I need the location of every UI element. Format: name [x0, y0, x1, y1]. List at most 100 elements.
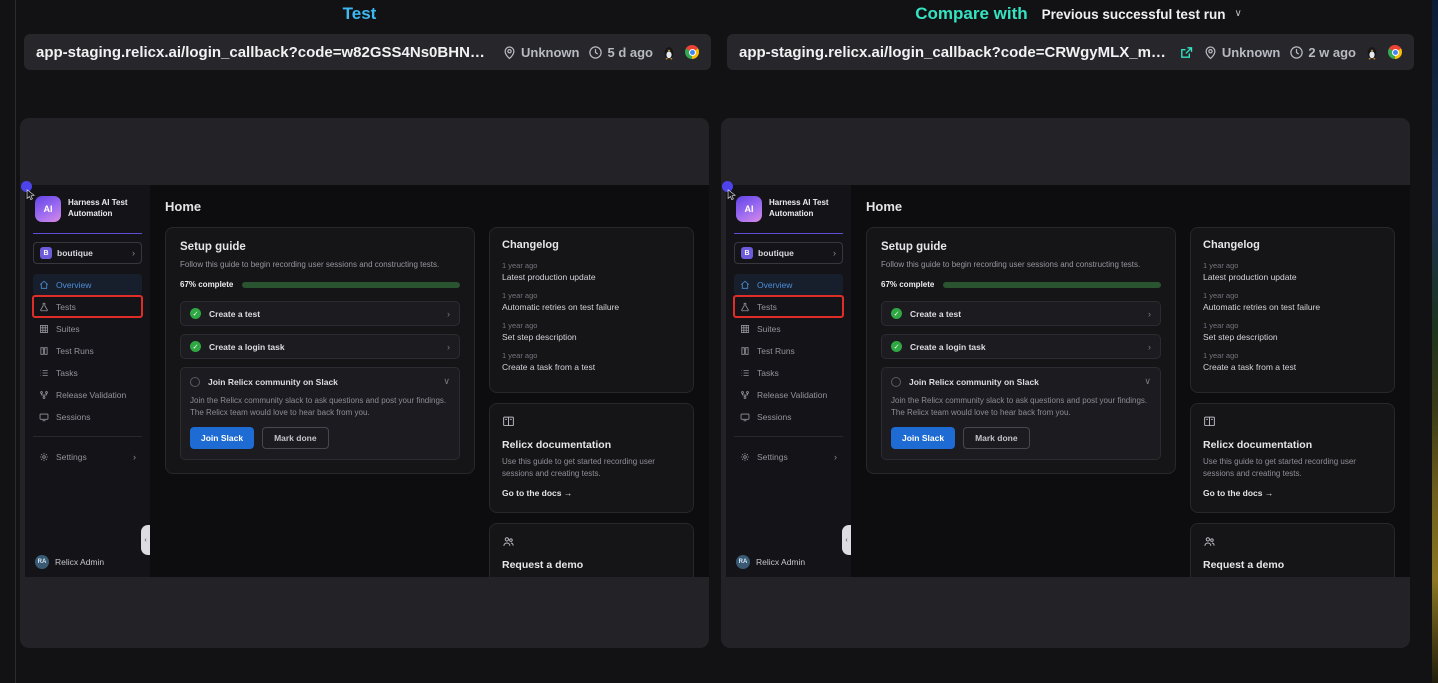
chevron-right-icon: ›	[133, 452, 136, 462]
location-pin-icon	[502, 45, 517, 60]
flask-icon	[740, 302, 750, 312]
app-sidebar: AI Harness AI Test Automation B boutique…	[25, 185, 150, 577]
list-icon	[740, 368, 750, 378]
mark-done-button[interactable]: Mark done	[262, 427, 329, 449]
sidebar-item-release-validation[interactable]: Release Validation	[734, 384, 843, 405]
sidebar-item-suites[interactable]: Suites	[734, 318, 843, 339]
join-slack-description: Join the Relicx community slack to ask q…	[891, 395, 1151, 418]
linux-os-icon	[1365, 45, 1379, 60]
documentation-description: Use this guide to get started recording …	[502, 456, 681, 479]
documentation-title: Relicx documentation	[502, 439, 681, 451]
sidebar-item-tasks[interactable]: Tasks	[33, 362, 142, 383]
external-link-icon[interactable]	[1179, 45, 1194, 60]
grid-icon	[39, 324, 49, 334]
users-icon	[502, 535, 515, 548]
request-demo-description: Request a demo and explore Relicx's capa…	[502, 576, 681, 577]
changelog-entry: 1 year ago Create a task from a test	[1203, 351, 1382, 372]
home-icon	[740, 280, 750, 290]
changelog-entry: 1 year ago Create a task from a test	[502, 351, 681, 372]
user-name: Relicx Admin	[55, 557, 104, 567]
sidebar-item-overview[interactable]: Overview	[734, 274, 843, 295]
left-time-ago: 5 d ago	[607, 45, 653, 60]
right-location-label: Unknown	[1222, 45, 1281, 60]
setup-guide-card: Setup guide Follow this guide to begin r…	[866, 227, 1176, 474]
user-menu[interactable]: RA Relicx Admin	[33, 555, 142, 569]
check-circle-icon: ✓	[190, 341, 201, 352]
mark-done-button[interactable]: Mark done	[963, 427, 1030, 449]
sidebar-item-test-runs[interactable]: Test Runs	[33, 340, 142, 361]
changelog-card: Changelog 1 year ago Latest production u…	[489, 227, 694, 393]
compare-run-selector[interactable]: Previous successful test run ∨	[1042, 7, 1242, 22]
request-demo-card: Request a demo Request a demo and explor…	[489, 523, 694, 577]
sidebar-divider	[734, 436, 843, 437]
test-screenshot-panel[interactable]: AI Harness AI Test Automation B boutique…	[20, 118, 709, 648]
setup-item-create-test[interactable]: ✓ Create a test ›	[180, 301, 460, 326]
sidebar-item-sessions[interactable]: Sessions	[33, 406, 142, 427]
sidebar-item-release-validation[interactable]: Release Validation	[33, 384, 142, 405]
progress-label: 67% complete	[180, 280, 233, 289]
sidebar-item-test-runs[interactable]: Test Runs	[734, 340, 843, 361]
chevron-right-icon: ›	[833, 248, 836, 258]
check-circle-icon: ✓	[891, 341, 902, 352]
check-circle-icon: ✓	[891, 308, 902, 319]
right-url-bar[interactable]: app-staging.relicx.ai/login_callback?cod…	[727, 34, 1414, 70]
join-slack-button[interactable]: Join Slack	[891, 427, 955, 449]
page-title: Home	[866, 199, 1395, 214]
go-to-docs-link[interactable]: Go to the docs →	[1203, 488, 1273, 498]
request-demo-title: Request a demo	[502, 559, 681, 571]
changelog-entry: 1 year ago Automatic retries on test fai…	[502, 291, 681, 312]
setup-guide-subtitle: Follow this guide to begin recording use…	[881, 260, 1161, 269]
changelog-title: Changelog	[502, 239, 681, 251]
sidebar-collapse-handle[interactable]: ‹	[141, 525, 150, 555]
left-url-bar[interactable]: app-staging.relicx.ai/login_callback?cod…	[24, 34, 711, 70]
compare-screenshot-panel[interactable]: AI Harness AI Test Automation B boutique…	[721, 118, 1410, 648]
request-demo-title: Request a demo	[1203, 559, 1382, 571]
left-location-label: Unknown	[521, 45, 580, 60]
unchecked-circle-icon	[190, 377, 200, 387]
chevron-right-icon: ›	[447, 342, 450, 352]
compare-run-selected-value: Previous successful test run	[1042, 7, 1226, 22]
setup-guide-title: Setup guide	[180, 241, 460, 253]
sidebar-collapse-handle[interactable]: ‹	[842, 525, 851, 555]
clock-icon	[1289, 45, 1304, 60]
app-screenshot: AI Harness AI Test Automation B boutique…	[25, 185, 709, 577]
setup-item-create-test[interactable]: ✓ Create a test ›	[881, 301, 1161, 326]
setup-guide-title: Setup guide	[881, 241, 1161, 253]
sidebar-item-overview[interactable]: Overview	[33, 274, 142, 295]
setup-item-join-slack: Join Relicx community on Slack ∨ Join th…	[881, 367, 1161, 460]
join-slack-header[interactable]: Join Relicx community on Slack ∨	[891, 376, 1151, 387]
join-slack-button[interactable]: Join Slack	[190, 427, 254, 449]
join-slack-description: Join the Relicx community slack to ask q…	[190, 395, 450, 418]
project-name: boutique	[57, 248, 93, 258]
setup-guide-card: Setup guide Follow this guide to begin r…	[165, 227, 475, 474]
setup-item-create-login-task[interactable]: ✓ Create a login task ›	[881, 334, 1161, 359]
caption-bar: Test Compare with Previous successful te…	[0, 0, 1438, 26]
user-name: Relicx Admin	[756, 557, 805, 567]
sessions-icon	[740, 412, 750, 422]
columns-icon	[740, 346, 750, 356]
sidebar-item-tests[interactable]: Tests	[33, 296, 142, 317]
go-to-docs-link[interactable]: Go to the docs →	[502, 488, 572, 498]
grid-icon	[740, 324, 750, 334]
sidebar-item-sessions[interactable]: Sessions	[734, 406, 843, 427]
sidebar-item-tests[interactable]: Tests	[734, 296, 843, 317]
sidebar-item-settings[interactable]: Settings ›	[734, 446, 843, 467]
project-selector[interactable]: B boutique ›	[734, 242, 843, 264]
brand-header: AI Harness AI Test Automation	[734, 194, 843, 224]
avatar: RA	[35, 555, 49, 569]
join-slack-header[interactable]: Join Relicx community on Slack ∨	[190, 376, 450, 387]
book-icon	[502, 415, 515, 428]
avatar: RA	[736, 555, 750, 569]
setup-item-create-login-task[interactable]: ✓ Create a login task ›	[180, 334, 460, 359]
project-selector[interactable]: B boutique ›	[33, 242, 142, 264]
chevron-left-icon: ‹	[845, 537, 847, 544]
sidebar-item-settings[interactable]: Settings ›	[33, 446, 142, 467]
sidebar-item-tasks[interactable]: Tasks	[734, 362, 843, 383]
sidebar-item-suites[interactable]: Suites	[33, 318, 142, 339]
pipeline-icon	[39, 390, 49, 400]
user-menu[interactable]: RA Relicx Admin	[734, 555, 843, 569]
chevron-left-icon: ‹	[144, 537, 146, 544]
brand-divider	[33, 233, 142, 234]
changelog-entry: 1 year ago Set step description	[1203, 321, 1382, 342]
changelog-entry: 1 year ago Automatic retries on test fai…	[1203, 291, 1382, 312]
